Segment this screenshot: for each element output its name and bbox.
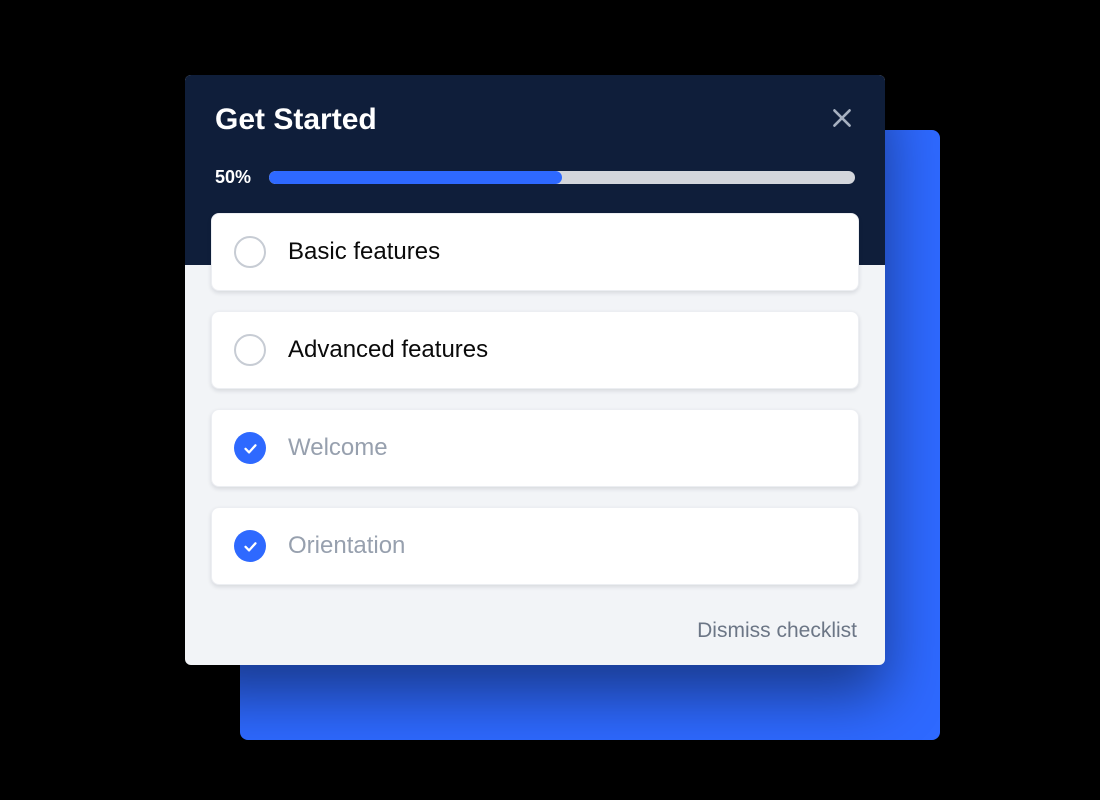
panel-footer: Dismiss checklist: [185, 615, 885, 665]
circle-unchecked-icon: [234, 334, 266, 366]
progress-row: 50%: [215, 167, 855, 188]
close-icon: [829, 105, 855, 131]
checklist-item-label: Orientation: [288, 532, 405, 560]
dismiss-checklist-link[interactable]: Dismiss checklist: [697, 619, 857, 643]
checklist-item-basic-features[interactable]: Basic features: [211, 213, 859, 291]
close-button[interactable]: [825, 101, 859, 135]
checklist-item-advanced-features[interactable]: Advanced features: [211, 311, 859, 389]
checklist-item-label: Welcome: [288, 434, 388, 462]
progress-percent-label: 50%: [215, 167, 251, 188]
check-circle-icon: [234, 432, 266, 464]
checklist-items: Basic features Advanced features Welcome…: [185, 213, 885, 615]
panel-title: Get Started: [215, 103, 855, 137]
checklist-item-label: Basic features: [288, 238, 440, 266]
checklist-item-welcome[interactable]: Welcome: [211, 409, 859, 487]
checklist-item-orientation[interactable]: Orientation: [211, 507, 859, 585]
progress-bar-fill: [269, 171, 562, 184]
check-circle-icon: [234, 530, 266, 562]
checklist-item-label: Advanced features: [288, 336, 488, 364]
circle-unchecked-icon: [234, 236, 266, 268]
get-started-panel: Get Started 50% Basic features Advanced …: [185, 75, 885, 665]
progress-bar: [269, 171, 855, 184]
